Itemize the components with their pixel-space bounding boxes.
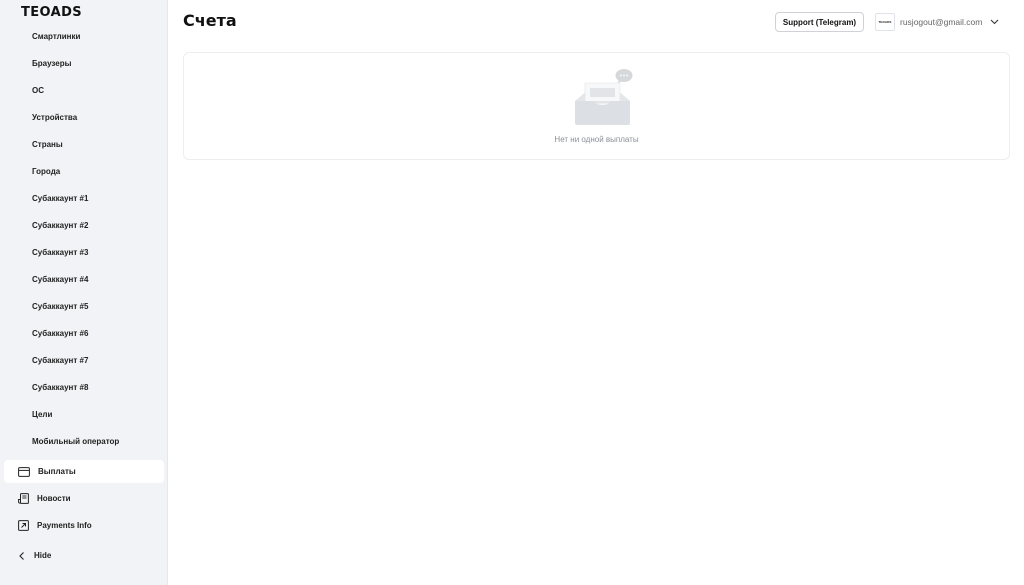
sidebar-item-smartlinks[interactable]: Смартлинки	[32, 30, 80, 44]
sidebar-item-goals[interactable]: Цели	[32, 408, 52, 422]
main-content: Счета Support (Telegram) TEOADS rusjogou…	[168, 0, 1024, 585]
account-email: rusjogout@gmail.com	[900, 17, 983, 27]
sidebar-item-subaccount-6[interactable]: Субаккаунт #6	[32, 327, 88, 341]
sidebar-item-cities[interactable]: Города	[32, 165, 60, 179]
sidebar-item-subaccount-1[interactable]: Субаккаунт #1	[32, 192, 88, 206]
sidebar: TEOADS Смартлинки Браузеры ОС Устройства…	[0, 0, 168, 585]
sidebar-item-subaccount-5[interactable]: Субаккаунт #5	[32, 300, 88, 314]
sidebar-item-subaccount-4[interactable]: Субаккаунт #4	[32, 273, 88, 287]
sidebar-item-payments-info[interactable]: Payments Info	[4, 514, 164, 537]
empty-inbox-icon	[575, 69, 633, 125]
sidebar-item-news[interactable]: Новости	[4, 487, 164, 510]
sidebar-hide-button[interactable]: Hide	[4, 544, 164, 567]
empty-state-message: Нет ни одной выплаты	[554, 135, 639, 144]
sidebar-item-mobile-operator[interactable]: Мобильный оператор	[32, 435, 119, 449]
card-icon	[18, 466, 30, 477]
account-menu[interactable]: TEOADS rusjogout@gmail.com	[875, 12, 999, 32]
sidebar-item-label: Payments Info	[37, 521, 92, 530]
sidebar-item-countries[interactable]: Страны	[32, 138, 63, 152]
sidebar-item-label: Hide	[34, 551, 52, 560]
support-telegram-button[interactable]: Support (Telegram)	[775, 12, 864, 32]
sidebar-item-subaccount-2[interactable]: Субаккаунт #2	[32, 219, 88, 233]
sidebar-item-payouts[interactable]: Выплаты	[4, 460, 164, 483]
sidebar-item-browsers[interactable]: Браузеры	[32, 57, 71, 71]
sidebar-item-label: Выплаты	[38, 467, 76, 476]
sidebar-item-devices[interactable]: Устройства	[32, 111, 77, 125]
sidebar-item-os[interactable]: ОС	[32, 84, 44, 98]
account-avatar: TEOADS	[875, 13, 895, 31]
page-title: Счета	[183, 11, 237, 30]
external-link-icon	[18, 520, 29, 531]
chevron-down-icon	[990, 19, 999, 25]
sidebar-item-subaccount-8[interactable]: Субаккаунт #8	[32, 381, 88, 395]
brand-logo[interactable]: TEOADS	[21, 5, 82, 20]
chevron-left-icon	[19, 551, 24, 560]
news-icon	[18, 493, 29, 504]
sidebar-item-subaccount-7[interactable]: Субаккаунт #7	[32, 354, 88, 368]
payouts-empty-card: Нет ни одной выплаты	[183, 52, 1010, 160]
sidebar-item-subaccount-3[interactable]: Субаккаунт #3	[32, 246, 88, 260]
sidebar-item-label: Новости	[37, 494, 71, 503]
